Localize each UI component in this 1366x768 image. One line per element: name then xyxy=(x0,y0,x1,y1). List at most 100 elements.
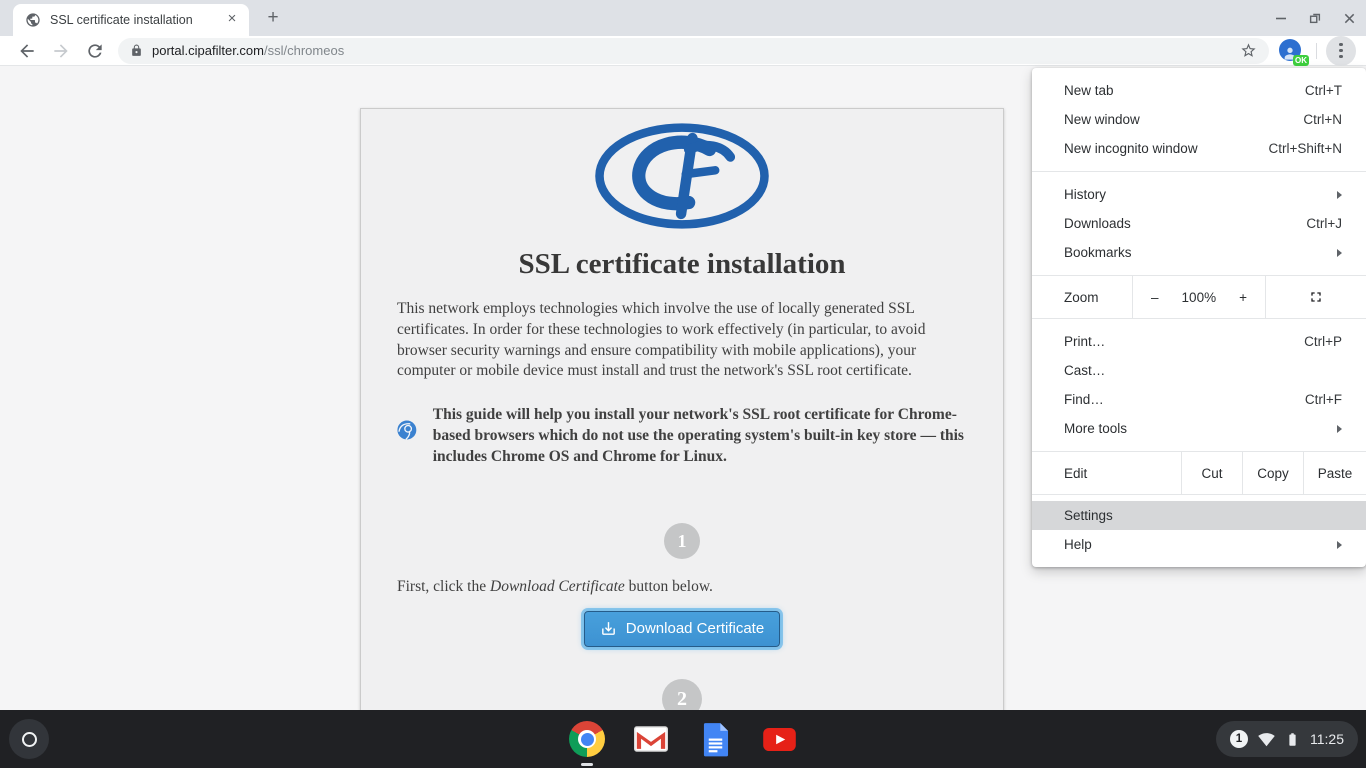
chromium-icon xyxy=(397,405,417,455)
menu-item-help[interactable]: Help xyxy=(1032,530,1366,559)
profile-avatar[interactable]: OK xyxy=(1279,39,1303,63)
menu-separator xyxy=(1032,318,1366,319)
menu-item-print[interactable]: Print…Ctrl+P xyxy=(1032,327,1366,356)
forward-button[interactable] xyxy=(51,41,71,61)
globe-favicon-icon xyxy=(25,12,41,28)
menu-label: Help xyxy=(1064,537,1092,552)
chrome-icon xyxy=(569,721,605,757)
menu-item-cast[interactable]: Cast… xyxy=(1032,356,1366,385)
step-1-text-post: button below. xyxy=(625,578,713,595)
paste-button[interactable]: Paste xyxy=(1304,452,1366,494)
guide-text: This guide will help you install your ne… xyxy=(433,405,967,467)
url-text: portal.cipafilter.com/ssl/chromeos xyxy=(152,43,344,58)
submenu-arrow-icon xyxy=(1337,249,1342,257)
launcher-button[interactable] xyxy=(9,719,49,759)
intro-paragraph: This network employs technologies which … xyxy=(397,299,967,382)
menu-label: Bookmarks xyxy=(1064,245,1132,260)
shelf-app-youtube[interactable] xyxy=(761,721,797,757)
step-1-text-em: Download Certificate xyxy=(490,578,625,595)
menu-label: New window xyxy=(1064,112,1140,127)
launcher-icon xyxy=(22,732,37,747)
copy-button[interactable]: Copy xyxy=(1243,452,1304,494)
close-button[interactable] xyxy=(1340,9,1358,27)
address-bar[interactable]: portal.cipafilter.com/ssl/chromeos xyxy=(118,38,1269,64)
menu-label: Downloads xyxy=(1064,216,1131,231)
zoom-out-button[interactable]: – xyxy=(1151,290,1159,305)
toolbar-separator xyxy=(1316,43,1317,59)
bookmark-star-icon[interactable] xyxy=(1240,42,1257,59)
status-tray[interactable]: 1 11:25 xyxy=(1216,721,1358,757)
shelf-app-gmail[interactable] xyxy=(633,721,669,757)
lock-icon xyxy=(130,44,143,57)
new-tab-button[interactable]: + xyxy=(262,8,284,30)
shelf-apps xyxy=(569,721,797,757)
step-1-text-pre: First, click the xyxy=(397,578,490,595)
menu-edit-row: Edit Cut Copy Paste xyxy=(1032,452,1366,494)
menu-zoom-row: Zoom – 100% + xyxy=(1032,276,1366,318)
restore-button[interactable] xyxy=(1306,9,1324,27)
step-2-badge: 2 xyxy=(662,679,702,710)
edit-label: Edit xyxy=(1032,452,1182,494)
avatar-ok-badge: OK xyxy=(1293,55,1309,66)
download-certificate-button[interactable]: Download Certificate xyxy=(584,611,780,647)
browser-menu-button[interactable] xyxy=(1326,36,1356,66)
menu-item-new-tab[interactable]: New tabCtrl+T xyxy=(1032,76,1366,105)
zoom-label: Zoom xyxy=(1032,276,1133,318)
shelf-app-chrome[interactable] xyxy=(569,721,605,757)
menu-label: More tools xyxy=(1064,421,1127,436)
tab-title: SSL certificate installation xyxy=(50,13,223,27)
download-button-label: Download Certificate xyxy=(626,620,764,637)
submenu-arrow-icon xyxy=(1337,191,1342,199)
menu-label: Print… xyxy=(1064,334,1105,349)
minimize-button[interactable] xyxy=(1272,9,1290,27)
menu-item-settings[interactable]: Settings xyxy=(1032,501,1366,530)
menu-label: History xyxy=(1064,187,1106,202)
wifi-icon xyxy=(1258,731,1275,748)
menu-label: New incognito window xyxy=(1064,141,1198,156)
cipafilter-logo xyxy=(397,121,967,236)
tab-close-icon[interactable]: × xyxy=(223,11,241,29)
menu-label: Find… xyxy=(1064,392,1104,407)
menu-shortcut: Ctrl+N xyxy=(1303,112,1342,127)
menu-shortcut: Ctrl+T xyxy=(1305,83,1342,98)
menu-shortcut: Ctrl+F xyxy=(1305,392,1342,407)
clock: 11:25 xyxy=(1310,731,1344,747)
menu-item-find[interactable]: Find… Ctrl+F xyxy=(1032,385,1366,414)
menu-item-new-window[interactable]: New window Ctrl+N xyxy=(1032,105,1366,134)
browser-tab[interactable]: SSL certificate installation × xyxy=(13,4,249,36)
browser-menu: New tabCtrl+T New window Ctrl+N New incog… xyxy=(1032,68,1366,567)
screen: SSL certificate installation × + portal.… xyxy=(0,0,1366,768)
menu-label: Cast… xyxy=(1064,363,1105,378)
cut-button[interactable]: Cut xyxy=(1182,452,1243,494)
window-controls xyxy=(1272,0,1358,36)
shelf-app-docs[interactable] xyxy=(697,721,733,757)
page-title: SSL certificate installation xyxy=(397,248,967,281)
menu-item-new-incognito-window[interactable]: New incognito window Ctrl+Shift+N xyxy=(1032,134,1366,163)
content-card: SSL certificate installation This networ… xyxy=(360,108,1004,710)
guide-block: This guide will help you install your ne… xyxy=(397,405,967,467)
zoom-level: 100% xyxy=(1182,290,1217,305)
step-1-badge: 1 xyxy=(664,523,700,559)
tab-strip: SSL certificate installation × + xyxy=(0,0,1366,36)
shelf: 1 11:25 xyxy=(0,710,1366,768)
menu-item-downloads[interactable]: DownloadsCtrl+J xyxy=(1032,209,1366,238)
menu-item-more-tools[interactable]: More tools xyxy=(1032,414,1366,443)
menu-shortcut: Ctrl+Shift+N xyxy=(1268,141,1342,156)
youtube-icon xyxy=(763,728,796,751)
docs-icon xyxy=(702,722,729,757)
fullscreen-icon xyxy=(1308,289,1324,305)
download-icon xyxy=(600,620,617,637)
menu-item-bookmarks[interactable]: Bookmarks xyxy=(1032,238,1366,267)
menu-separator xyxy=(1032,171,1366,172)
reload-button[interactable] xyxy=(85,41,105,61)
step-1-text: First, click the Download Certificate bu… xyxy=(397,578,967,596)
active-app-indicator xyxy=(581,763,593,766)
menu-item-history[interactable]: History xyxy=(1032,180,1366,209)
fullscreen-button[interactable] xyxy=(1266,276,1366,318)
back-button[interactable] xyxy=(17,41,37,61)
zoom-in-button[interactable]: + xyxy=(1239,290,1247,305)
gmail-icon xyxy=(634,726,668,752)
submenu-arrow-icon xyxy=(1337,541,1342,549)
menu-label: Settings xyxy=(1064,508,1113,523)
browser-toolbar: portal.cipafilter.com/ssl/chromeos OK xyxy=(0,36,1366,66)
